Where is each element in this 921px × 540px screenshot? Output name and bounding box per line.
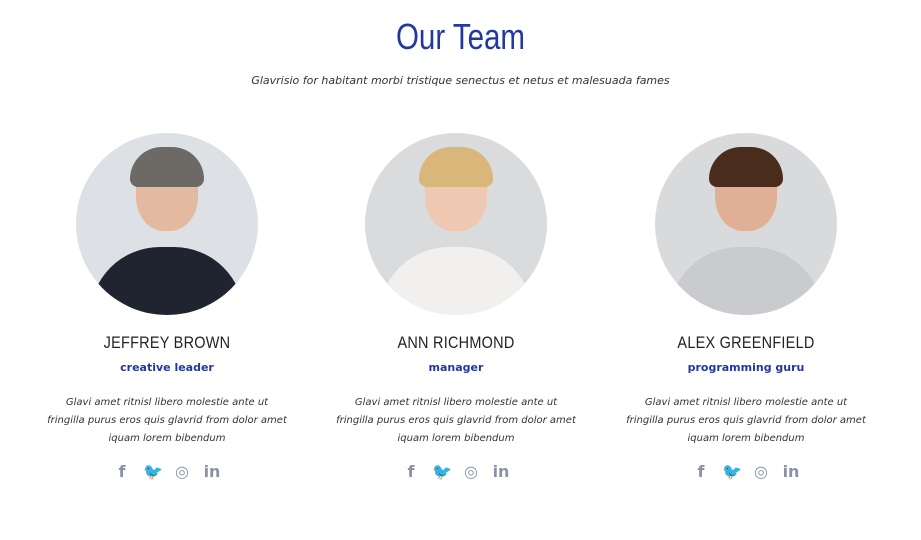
twitter-icon[interactable]: 🐦 xyxy=(143,462,163,481)
page-subtitle: Glavrisio for habitant morbi tristique s… xyxy=(251,74,670,87)
social-links: f 🐦 ◎ in xyxy=(601,462,891,481)
team-member-card: JEFFREY BROWN creative leader Glavi amet… xyxy=(22,133,312,481)
member-role: manager xyxy=(428,361,484,374)
linkedin-icon[interactable]: in xyxy=(782,462,800,481)
social-links: f 🐦 ◎ in xyxy=(22,462,312,481)
member-photo xyxy=(655,133,837,315)
linkedin-icon[interactable]: in xyxy=(492,462,510,481)
instagram-icon[interactable]: ◎ xyxy=(462,462,480,481)
member-photo xyxy=(76,133,258,315)
social-links: f 🐦 ◎ in xyxy=(311,462,601,481)
instagram-icon[interactable]: ◎ xyxy=(752,462,770,481)
twitter-icon[interactable]: 🐦 xyxy=(432,462,452,481)
member-description: Glavi amet ritnisl libero molestie ante … xyxy=(47,397,287,444)
member-name: ALEX GREENFIELD xyxy=(677,333,815,352)
member-name: JEFFREY BROWN xyxy=(103,333,231,352)
member-role: creative leader xyxy=(120,361,214,374)
instagram-icon[interactable]: ◎ xyxy=(173,462,191,481)
facebook-icon[interactable]: f xyxy=(402,462,420,481)
member-role: programming guru xyxy=(687,361,805,374)
member-photo xyxy=(365,133,547,315)
twitter-icon[interactable]: 🐦 xyxy=(722,462,742,481)
facebook-icon[interactable]: f xyxy=(113,462,131,481)
facebook-icon[interactable]: f xyxy=(692,462,710,481)
team-member-card: ALEX GREENFIELD programming guru Glavi a… xyxy=(601,133,891,481)
team-section: Our Team Glavrisio for habitant morbi tr… xyxy=(0,0,921,540)
team-member-card: ANN RICHMOND manager Glavi amet ritnisl … xyxy=(311,133,601,481)
page-title: Our Team xyxy=(395,16,526,57)
member-name: ANN RICHMOND xyxy=(397,333,515,352)
member-description: Glavi amet ritnisl libero molestie ante … xyxy=(626,397,866,444)
member-description: Glavi amet ritnisl libero molestie ante … xyxy=(336,397,576,444)
linkedin-icon[interactable]: in xyxy=(203,462,221,481)
